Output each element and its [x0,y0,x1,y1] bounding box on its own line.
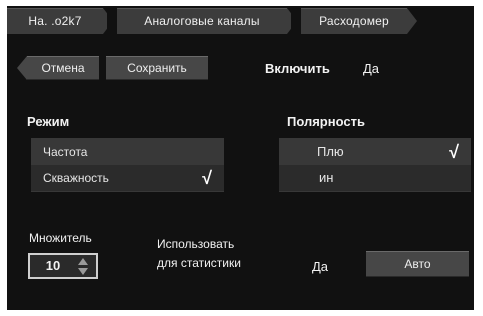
statistics-label-line2: для статистики [157,256,241,270]
save-button[interactable]: Сохранить [106,56,208,80]
mode-title: Режим [27,114,70,129]
enable-label: Включить [265,61,330,76]
mode-option-duty-cycle[interactable]: Скважность √ [31,165,224,191]
polarity-option-label: ин [319,170,334,185]
breadcrumb-item-flowmeter[interactable]: Расходомер [301,8,407,34]
mode-list: Частота Скважность √ [31,138,224,192]
statistics-value[interactable]: Да [312,259,328,274]
cancel-button[interactable]: Отмена [17,56,99,80]
breadcrumb-notch [107,8,117,34]
device-screen: Ha. .o2k7 Аналоговые каналы Расходомер О… [7,6,474,310]
breadcrumb-item-analog-channels[interactable]: Аналоговые каналы [117,8,287,34]
breadcrumb-item-root[interactable]: Ha. .o2k7 [7,8,103,34]
statistics-label: Использовать для статистики [157,235,241,273]
polarity-option-minus[interactable]: ин [279,165,471,191]
polarity-list: Плю √ ин [279,138,471,192]
breadcrumb-item-label: Аналоговые каналы [144,14,260,28]
save-button-label: Сохранить [127,61,187,75]
checkmark-icon: √ [202,168,212,188]
statistics-label-line1: Использовать [157,237,235,251]
polarity-option-label: Плю [317,144,344,159]
multiplier-label: Множитель [29,231,92,245]
auto-button-label: Авто [404,257,431,271]
polarity-option-plus[interactable]: Плю √ [279,139,471,165]
mode-option-label: Частота [43,145,88,159]
breadcrumb-notch [291,8,301,34]
polarity-title: Полярность [287,114,365,129]
cancel-button-label: Отмена [41,61,85,75]
increment-arrow-icon[interactable] [78,258,88,265]
mode-option-label: Скважность [43,171,109,185]
multiplier-value: 10 [45,258,61,273]
checkmark-icon: √ [449,142,459,162]
multiplier-stepper[interactable]: 10 [28,253,98,279]
mode-option-frequency[interactable]: Частота [31,139,224,165]
breadcrumb-end-arrow-icon [407,8,417,34]
enable-value[interactable]: Да [363,61,379,76]
decrement-arrow-icon[interactable] [78,268,88,275]
breadcrumb-item-label: Расходомер [319,14,389,28]
auto-button[interactable]: Авто [366,251,469,277]
breadcrumb-item-label: Ha. .o2k7 [28,14,82,28]
